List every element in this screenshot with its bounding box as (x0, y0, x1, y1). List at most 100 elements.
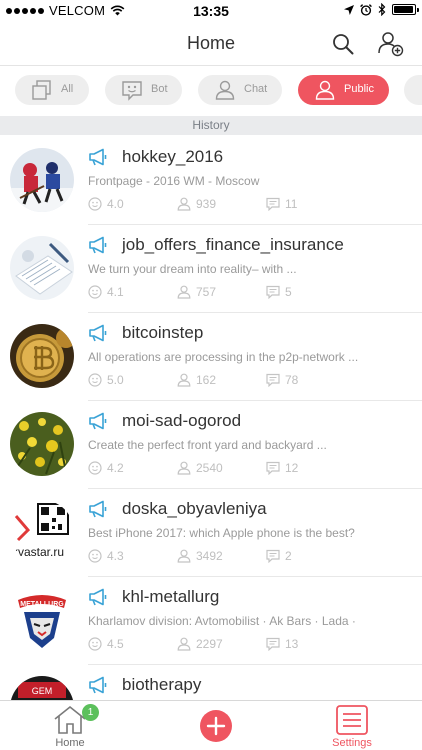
channel-title: khl-metallurg (122, 587, 220, 606)
smiley-icon (88, 549, 102, 563)
list-item[interactable]: bitcoinstep All operations are processin… (0, 312, 422, 400)
comments-stat: 2 (266, 548, 292, 564)
tab-settings[interactable]: Settings (320, 701, 384, 750)
megaphone-icon (89, 412, 107, 430)
avatar (10, 236, 74, 300)
smiley-icon (88, 285, 102, 299)
list-item[interactable]: GEM biotherapy (0, 664, 422, 700)
users-count: 162 (196, 373, 217, 387)
users-stat: 939 (177, 196, 216, 212)
rating-stat: 4.1 (88, 284, 124, 300)
user-icon (177, 285, 191, 299)
channel-description: We turn your dream into reality– with ..… (88, 262, 297, 276)
rating-value: 4.5 (107, 637, 124, 651)
filter-all-button[interactable]: All (15, 75, 89, 105)
rating-value: 4.3 (107, 549, 124, 563)
avatar-caption: GEM (32, 686, 53, 696)
battery-level (394, 6, 413, 13)
megaphone-icon (89, 148, 107, 166)
comments-count: 5 (285, 285, 292, 299)
rating-stat: 5.0 (88, 372, 124, 388)
comments-stat: 13 (266, 636, 298, 652)
megaphone-icon (89, 236, 107, 254)
list-item[interactable]: job_offers_finance_insurance We turn you… (0, 224, 422, 312)
rating-stat: 4.5 (88, 636, 124, 652)
divider (88, 488, 422, 489)
users-stat: 757 (177, 284, 216, 300)
users-count: 2297 (196, 637, 223, 651)
rating-value: 4.0 (107, 197, 124, 211)
avatar: GEM (10, 676, 74, 700)
filter-segments: All Bot Chat Public (0, 67, 422, 115)
tab-settings-label: Settings (332, 737, 372, 749)
channel-title: biotherapy (122, 675, 202, 694)
users-count: 2540 (196, 461, 223, 475)
user-icon (177, 373, 191, 387)
rating-stat: 4.2 (88, 460, 124, 476)
filter-more-button[interactable] (404, 75, 422, 105)
user-icon (177, 637, 191, 651)
tab-home-label: Home (55, 737, 85, 749)
megaphone-icon (89, 588, 107, 606)
notification-badge: 1 (82, 704, 99, 721)
comments-stat: 5 (266, 284, 292, 300)
list-item[interactable]: hokkey_2016 Frontpage - 2016 WM - Moscow… (0, 136, 422, 224)
smiley-icon (88, 461, 102, 475)
add-button[interactable] (196, 701, 236, 750)
comments-stat: 12 (266, 460, 298, 476)
avatar (10, 324, 74, 388)
smiley-icon (88, 197, 102, 211)
filter-public-button[interactable]: Public (298, 75, 389, 105)
person-icon (315, 80, 335, 100)
settings-list-icon (336, 705, 368, 735)
avatar: kvastar.ru (10, 500, 74, 564)
comment-icon (266, 549, 280, 563)
filter-bot-button[interactable]: Bot (105, 75, 182, 105)
list-item[interactable]: moi-sad-ogorod Create the perfect front … (0, 400, 422, 488)
smiley-icon (88, 637, 102, 651)
filter-bot-label: Bot (151, 83, 168, 95)
rating-stat: 4.3 (88, 548, 124, 564)
user-icon (177, 461, 191, 475)
comments-count: 13 (285, 637, 299, 651)
person-icon (215, 80, 235, 100)
megaphone-icon (89, 500, 107, 518)
filter-chat-label: Chat (244, 83, 268, 95)
smiley-icon (88, 373, 102, 387)
user-icon (177, 549, 191, 563)
copy-icon (32, 80, 51, 100)
channel-title: doska_obyavleniya (122, 499, 267, 518)
channel-description: Kharlamov division: Avtomobilist · Ak Ba… (88, 614, 356, 628)
channel-list: hokkey_2016 Frontpage - 2016 WM - Moscow… (0, 136, 422, 700)
users-stat: 3492 (177, 548, 223, 564)
avatar: METALLURG (10, 588, 74, 652)
comment-icon (266, 461, 280, 475)
comment-icon (266, 637, 280, 651)
filter-public-label: Public (344, 83, 374, 95)
channel-title: hokkey_2016 (122, 147, 224, 166)
users-count: 757 (196, 285, 217, 299)
search-icon (333, 34, 354, 55)
divider (88, 224, 422, 225)
comments-count: 78 (285, 373, 299, 387)
location-arrow-icon (344, 4, 354, 15)
divider (88, 664, 422, 665)
list-item[interactable]: METALLURG khl-metallurg Kharlamov divisi… (0, 576, 422, 664)
channel-title: job_offers_finance_insurance (122, 235, 344, 254)
channel-title: bitcoinstep (122, 323, 204, 342)
users-stat: 162 (177, 372, 216, 388)
nav-bar: Home (0, 22, 422, 66)
comment-icon (266, 373, 280, 387)
search-button[interactable] (329, 30, 357, 58)
comments-stat: 78 (266, 372, 298, 388)
list-item[interactable]: kvastar.ru doska_obyavleniya Best iPhone… (0, 488, 422, 576)
tab-home[interactable]: 1 Home (40, 701, 100, 750)
avatar (10, 412, 74, 476)
battery-icon (392, 4, 419, 15)
add-user-icon (378, 32, 404, 57)
rating-value: 4.2 (107, 461, 124, 475)
add-contact-button[interactable] (377, 30, 405, 58)
filter-chat-button[interactable]: Chat (198, 75, 282, 105)
rating-stat: 4.0 (88, 196, 124, 212)
avatar-caption: METALLURG (20, 601, 64, 608)
